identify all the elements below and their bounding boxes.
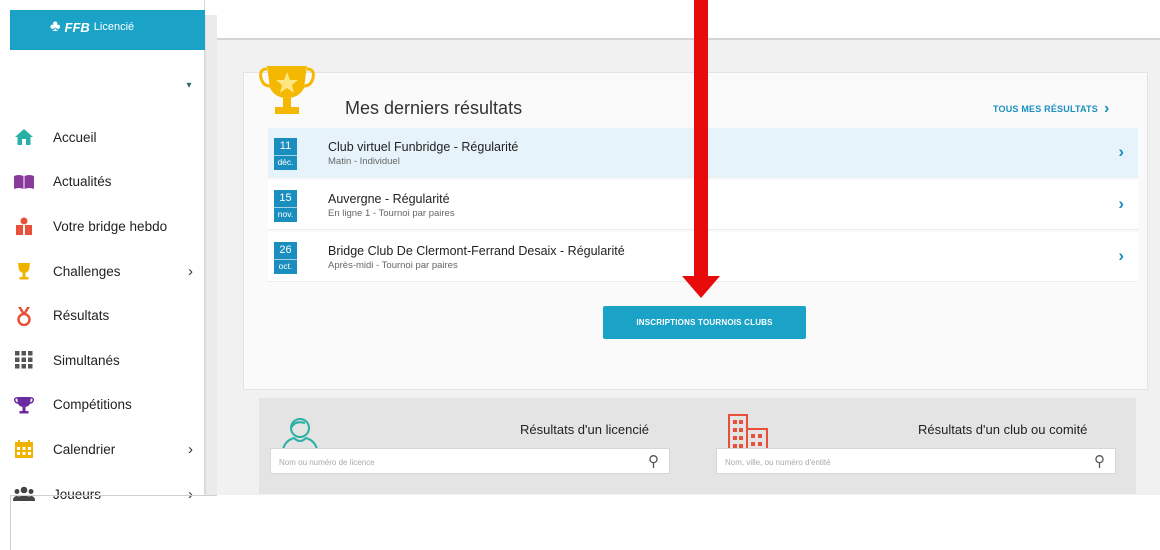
chevron-right-icon: › <box>1103 100 1110 117</box>
search-panel <box>259 398 1136 494</box>
date-day: 26 <box>279 244 292 256</box>
result-subtitle: Après-midi - Tournoi par paires <box>328 260 458 271</box>
sidebar-item-competitions[interactable]: Compétitions <box>10 383 205 428</box>
club-search-field[interactable]: ⚲ <box>716 448 1116 474</box>
results-title: Mes derniers résultats <box>345 98 523 118</box>
club-search-input[interactable] <box>725 454 1065 470</box>
date-month: déc. <box>274 155 297 169</box>
sidebar-item-label: Challenges <box>53 263 121 279</box>
date-badge: 26 oct. <box>274 242 297 274</box>
date-badge: 15 nov. <box>274 190 297 222</box>
sidebar-item-resultats[interactable]: Résultats <box>10 293 205 338</box>
chevron-right-icon: › <box>1118 142 1124 161</box>
sidebar-item-calendrier[interactable]: Calendrier › <box>10 427 205 472</box>
sidebar-item-label: Résultats <box>53 308 110 324</box>
result-subtitle: En ligne 1 - Tournoi par paires <box>328 208 455 219</box>
brand-subtitle: Licencié <box>93 21 135 33</box>
player-search-field[interactable]: ⚲ <box>270 448 670 474</box>
medal-icon <box>13 306 35 326</box>
gift-icon <box>13 216 35 236</box>
sidebar-item-label: Actualités <box>53 174 112 190</box>
trophy-icon <box>13 261 35 281</box>
annotation-arrow-head <box>682 276 720 298</box>
sidebar-item-accueil[interactable]: Accueil <box>10 115 205 160</box>
result-title: Club virtuel Funbridge - Régularité <box>328 140 519 154</box>
date-day: 15 <box>279 192 292 204</box>
sidebar-item-simultanes[interactable]: Simultanés <box>10 338 205 383</box>
all-results-link[interactable]: TOUS MES RÉSULTATS › <box>993 100 1109 118</box>
search-icon[interactable]: ⚲ <box>1094 452 1105 470</box>
calendar-icon <box>13 439 35 459</box>
brand-name: FFB <box>64 19 90 35</box>
result-subtitle: Matin - Individuel <box>328 156 400 167</box>
result-title: Auvergne - Régularité <box>328 192 450 206</box>
chevron-right-icon: › <box>188 262 193 280</box>
cup-icon <box>13 395 35 415</box>
chevron-right-icon: › <box>1118 194 1124 213</box>
sidebar: ♣ FFB Licencié ▾ Accueil Actualités Votr… <box>10 0 205 503</box>
sidebar-item-label: Calendrier <box>53 441 116 457</box>
date-day: 11 <box>279 140 292 152</box>
sidebar-item-label: Compétitions <box>53 397 132 413</box>
grid-icon <box>13 350 35 370</box>
sidebar-item-bridge-hebdo[interactable]: Votre bridge hebdo <box>10 204 205 249</box>
trophy-icon <box>259 66 315 114</box>
logo-bar[interactable]: ♣ FFB Licencié <box>10 10 205 50</box>
chevron-right-icon: › <box>188 440 193 458</box>
date-badge: 11 déc. <box>274 138 297 170</box>
sidebar-item-label: Votre bridge hebdo <box>53 218 168 234</box>
all-results-label: TOUS MES RÉSULTATS <box>993 104 1098 114</box>
book-icon <box>13 172 35 192</box>
sidebar-item-actualites[interactable]: Actualités <box>10 160 205 205</box>
result-title: Bridge Club De Clermont-Ferrand Desaix -… <box>328 244 625 258</box>
date-month: oct. <box>274 259 297 273</box>
chevron-right-icon: › <box>1118 246 1124 265</box>
sidebar-item-label: Simultanés <box>53 352 120 368</box>
date-month: nov. <box>274 207 297 221</box>
club-results-label: Résultats d'un club ou comité <box>918 422 1088 437</box>
annotation-arrow-shaft <box>694 0 708 282</box>
divider <box>10 495 217 496</box>
home-icon <box>13 127 35 147</box>
sidebar-nav: Accueil Actualités Votre bridge hebdo Ch… <box>10 115 205 516</box>
player-results-label: Résultats d'un licencié <box>520 422 649 437</box>
sidebar-scrollbar[interactable] <box>205 15 217 495</box>
sidebar-collapse-icon[interactable]: ▾ <box>182 70 196 100</box>
player-search-input[interactable] <box>279 454 619 470</box>
divider <box>10 495 11 550</box>
sidebar-item-label: Accueil <box>53 129 97 145</box>
ffb-logo[interactable]: ♣ FFB Licencié <box>50 18 134 36</box>
club-suit-icon: ♣ <box>50 18 61 35</box>
search-icon[interactable]: ⚲ <box>648 452 659 470</box>
sidebar-item-challenges[interactable]: Challenges › <box>10 249 205 294</box>
inscriptions-tournois-button[interactable]: INSCRIPTIONS TOURNOIS CLUBS <box>603 306 806 339</box>
